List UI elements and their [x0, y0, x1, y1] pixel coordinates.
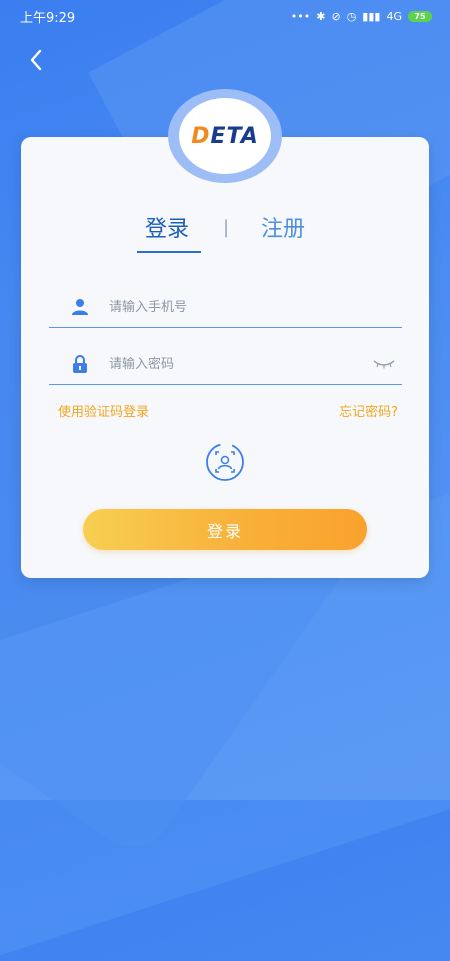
- bluetooth-icon: ✱: [316, 9, 326, 23]
- network-type: 4G: [386, 9, 402, 23]
- face-login-button[interactable]: [203, 442, 247, 482]
- phone-field: [49, 287, 402, 328]
- password-field: [49, 344, 402, 385]
- auth-tabs: 登录 | 注册: [21, 207, 429, 253]
- chevron-left-icon: [30, 49, 42, 71]
- tab-login[interactable]: 登录: [136, 211, 201, 253]
- logo: DETA: [168, 89, 282, 183]
- tab-separator: |: [222, 216, 230, 238]
- login-card: 登录 | 注册 使用验证码登录 忘记密码?: [21, 137, 429, 578]
- mute-icon: ⊘: [331, 9, 341, 23]
- phone-input[interactable]: [107, 298, 402, 316]
- status-bar: 上午9:29 ••• ✱ ⊘ ◷ ▮▮▮ 4G 75: [0, 0, 450, 32]
- alarm-icon: ◷: [346, 9, 357, 23]
- logo-badge: DETA: [179, 98, 271, 174]
- face-scan-icon: [206, 443, 244, 481]
- signal-icon: ▮▮▮: [362, 9, 381, 23]
- tab-register[interactable]: 注册: [255, 211, 311, 243]
- more-dots-icon: •••: [290, 9, 311, 23]
- sms-login-link[interactable]: 使用验证码登录: [58, 401, 149, 420]
- status-icons: ••• ✱ ⊘ ◷ ▮▮▮ 4G 75: [291, 10, 432, 23]
- password-input[interactable]: [107, 355, 372, 373]
- back-button[interactable]: [22, 46, 50, 74]
- logo-text: DETA: [191, 123, 259, 149]
- forgot-password-link[interactable]: 忘记密码?: [339, 401, 398, 420]
- battery-icon: 75: [408, 10, 432, 22]
- eye-closed-icon[interactable]: [372, 357, 396, 371]
- status-time: 上午9:29: [20, 10, 76, 26]
- user-icon: [69, 296, 91, 318]
- lock-icon: [69, 353, 91, 375]
- login-button[interactable]: 登录: [83, 509, 367, 550]
